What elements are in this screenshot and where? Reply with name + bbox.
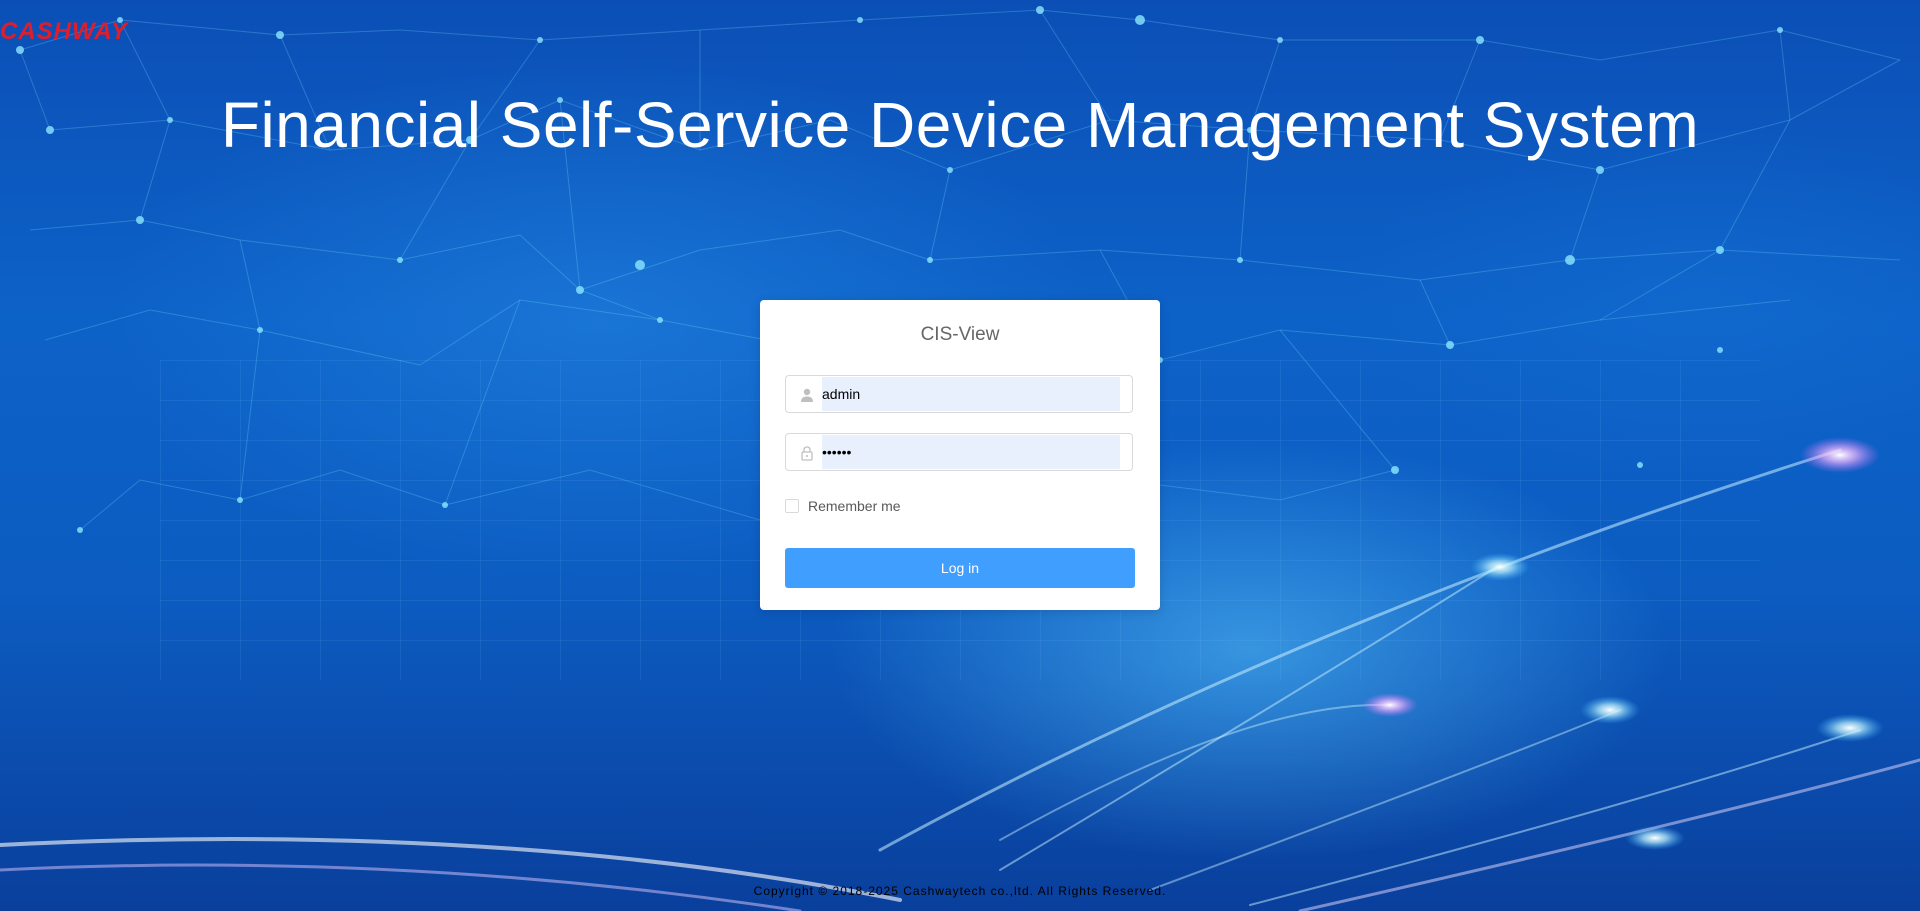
username-input[interactable] [822,377,1120,411]
user-icon [801,388,813,402]
copyright-footer: Copyright © 2018-2025 Cashwaytech co.,lt… [753,884,1167,898]
lock-icon [801,446,813,461]
username-field[interactable] [785,375,1133,413]
password-field[interactable] [785,433,1133,471]
page-title: Financial Self-Service Device Management… [220,89,1700,161]
cashway-logo: CASHWAY [0,18,128,45]
login-card-title: CIS-View [920,324,1000,345]
login-card: CIS-View Remember me Log in [760,300,1160,610]
login-button[interactable]: Log in [785,548,1135,588]
remember-me-checkbox[interactable] [785,499,799,513]
login-page-background: CASHWAY Financial Self-Service Device Ma… [0,0,1920,911]
remember-me-row[interactable]: Remember me [785,498,901,514]
password-input[interactable] [822,435,1120,469]
remember-me-label: Remember me [808,498,901,514]
